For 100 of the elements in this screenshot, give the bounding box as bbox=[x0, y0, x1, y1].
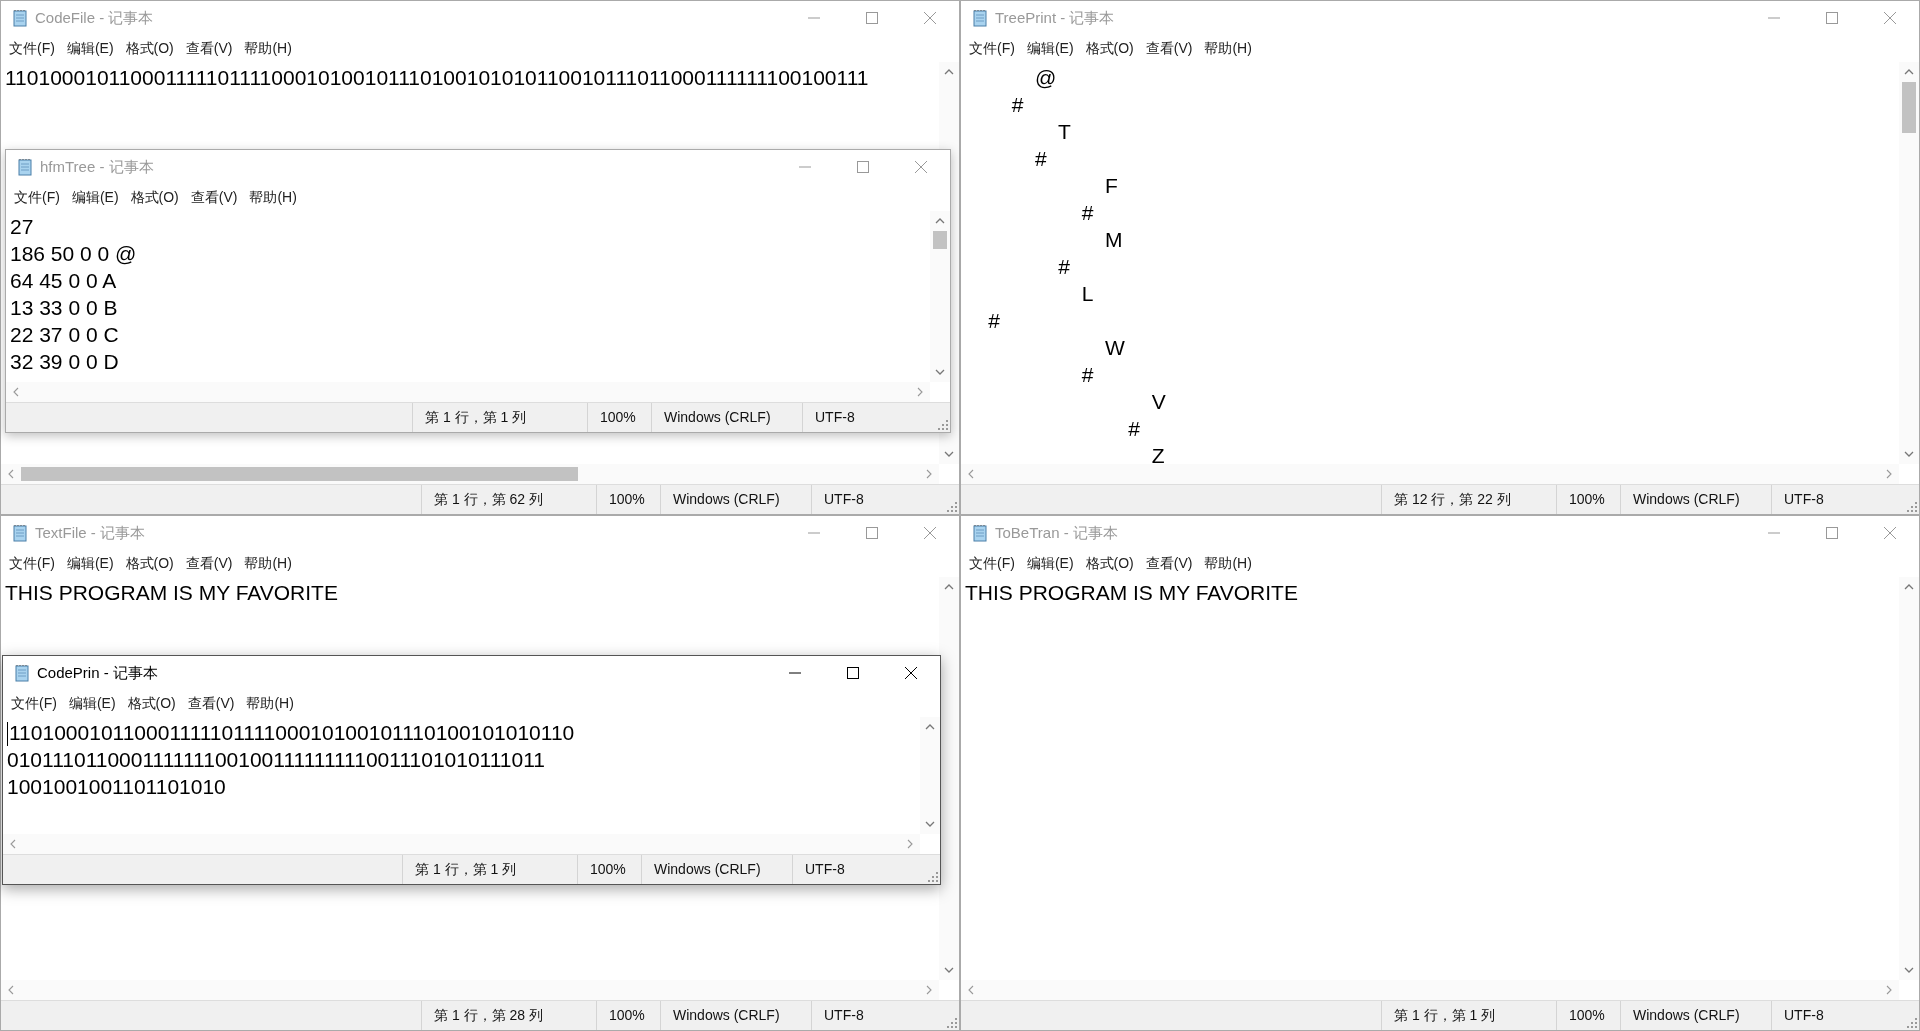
menu-item[interactable]: 文件(F) bbox=[11, 692, 57, 715]
window-title: hfmTree - 记事本 bbox=[40, 156, 154, 177]
window-title: TreePrint - 记事本 bbox=[995, 7, 1115, 28]
menu-item[interactable]: 查看(V) bbox=[1145, 552, 1193, 575]
resize-grip-icon[interactable] bbox=[938, 420, 948, 430]
encoding: UTF-8 bbox=[824, 490, 864, 509]
text-line: 11010001011000111110111100010100101110100101010110010111011000111111100100111 bbox=[5, 65, 869, 91]
scroll-thumb[interactable] bbox=[1902, 82, 1916, 133]
resize-grip-icon[interactable] bbox=[947, 1018, 957, 1028]
notepad-icon bbox=[971, 524, 989, 542]
encoding: UTF-8 bbox=[1784, 1006, 1824, 1025]
text-line: 32 39 0 0 D bbox=[10, 349, 119, 375]
text-line: # bbox=[1127, 416, 1141, 442]
line-ending: Windows (CRLF) bbox=[673, 1006, 780, 1025]
zoom-level: 100% bbox=[590, 860, 626, 879]
text-line: 1001001001101101010 bbox=[7, 774, 226, 801]
window-title: TextFile - 记事本 bbox=[35, 522, 145, 543]
menu-item[interactable]: 格式(O) bbox=[130, 186, 179, 209]
text-line: 22 37 0 0 C bbox=[10, 322, 119, 348]
text-line: # bbox=[1080, 200, 1094, 226]
menu-item[interactable]: 查看(V) bbox=[185, 552, 233, 575]
notepad-icon bbox=[16, 158, 34, 176]
scroll-thumb[interactable] bbox=[21, 467, 578, 481]
text-line: F bbox=[1104, 173, 1118, 199]
zoom-level: 100% bbox=[609, 1006, 645, 1025]
encoding: UTF-8 bbox=[1784, 490, 1824, 509]
menu-item[interactable]: 格式(O) bbox=[125, 37, 174, 60]
menu-item[interactable]: 编辑(E) bbox=[66, 37, 114, 60]
cursor-position: 第 1 行，第 62 列 bbox=[434, 490, 543, 509]
notepad-icon bbox=[13, 664, 31, 682]
text-line: # bbox=[1010, 92, 1024, 118]
menu-item[interactable]: 编辑(E) bbox=[71, 186, 119, 209]
cursor-position: 第 1 行，第 1 列 bbox=[415, 860, 517, 879]
menu-item[interactable]: 帮助(H) bbox=[1204, 37, 1252, 60]
cursor-position: 第 1 行，第 1 列 bbox=[1394, 1006, 1496, 1025]
menu-item[interactable]: 格式(O) bbox=[127, 692, 176, 715]
zoom-level: 100% bbox=[1569, 1006, 1605, 1025]
line-ending: Windows (CRLF) bbox=[664, 408, 771, 427]
text-line: # bbox=[1057, 254, 1071, 280]
encoding: UTF-8 bbox=[824, 1006, 864, 1025]
cursor-position: 第 12 行，第 22 列 bbox=[1394, 490, 1511, 509]
window-title: CodePrin - 记事本 bbox=[37, 662, 158, 683]
menu-item[interactable]: 编辑(E) bbox=[66, 552, 114, 575]
resize-grip-icon[interactable] bbox=[928, 872, 938, 882]
menu-item[interactable]: 文件(F) bbox=[969, 37, 1015, 60]
menu-item[interactable]: 帮助(H) bbox=[1204, 552, 1252, 575]
menu-item[interactable]: 查看(V) bbox=[190, 186, 238, 209]
zoom-level: 100% bbox=[1569, 490, 1605, 509]
zoom-level: 100% bbox=[609, 490, 645, 509]
line-ending: Windows (CRLF) bbox=[654, 860, 761, 879]
scroll-thumb[interactable] bbox=[933, 231, 947, 250]
menu-item[interactable]: 编辑(E) bbox=[1026, 37, 1074, 60]
menu-item[interactable]: 文件(F) bbox=[9, 37, 55, 60]
zoom-level: 100% bbox=[600, 408, 636, 427]
encoding: UTF-8 bbox=[805, 860, 845, 879]
window-title: CodeFile - 记事本 bbox=[35, 7, 154, 28]
text-line: Z bbox=[1150, 443, 1165, 464]
text-line: THIS PROGRAM IS MY FAVORITE bbox=[5, 580, 338, 606]
menu-item[interactable]: 查看(V) bbox=[187, 692, 235, 715]
text-line: # bbox=[987, 308, 1001, 334]
resize-grip-icon[interactable] bbox=[947, 502, 957, 512]
notepad-icon bbox=[971, 9, 989, 27]
text-line: T bbox=[1056, 119, 1071, 145]
menu-item[interactable]: 格式(O) bbox=[1085, 37, 1134, 60]
resize-grip-icon[interactable] bbox=[1907, 502, 1917, 512]
menu-item[interactable]: 帮助(H) bbox=[246, 692, 294, 715]
text-line: # bbox=[1080, 362, 1094, 388]
menu-item[interactable]: 文件(F) bbox=[969, 552, 1015, 575]
text-line: 186 50 0 0 @ bbox=[10, 241, 137, 267]
menu-item[interactable]: 编辑(E) bbox=[68, 692, 116, 715]
line-ending: Windows (CRLF) bbox=[1633, 1006, 1740, 1025]
notepad-icon bbox=[11, 9, 29, 27]
menu-item[interactable]: 格式(O) bbox=[125, 552, 174, 575]
text-line: 27 bbox=[10, 214, 34, 240]
text-line: # bbox=[1034, 146, 1047, 172]
menu-item[interactable]: 帮助(H) bbox=[249, 186, 297, 209]
menu-item[interactable]: 格式(O) bbox=[1085, 552, 1134, 575]
text-line: V bbox=[1150, 389, 1166, 415]
text-line: 11010001011000111110111100010100101110100101010110 bbox=[7, 719, 575, 747]
text-line: L bbox=[1080, 281, 1094, 307]
text-line: 13 33 0 0 B bbox=[10, 295, 118, 321]
notepad-icon bbox=[11, 524, 29, 542]
encoding: UTF-8 bbox=[815, 408, 855, 427]
text-line: M bbox=[1104, 227, 1123, 253]
text-line: THIS PROGRAM IS MY FAVORITE bbox=[965, 580, 1298, 606]
menu-item[interactable]: 查看(V) bbox=[1145, 37, 1193, 60]
resize-grip-icon[interactable] bbox=[1907, 1018, 1917, 1028]
text-line: @ bbox=[1034, 65, 1057, 91]
menu-item[interactable]: 文件(F) bbox=[9, 552, 55, 575]
close-icon[interactable] bbox=[905, 667, 917, 679]
menu-item[interactable]: 编辑(E) bbox=[1026, 552, 1074, 575]
maximize-icon[interactable] bbox=[847, 667, 859, 679]
menu-item[interactable]: 查看(V) bbox=[185, 37, 233, 60]
menu-item[interactable]: 帮助(H) bbox=[244, 37, 292, 60]
menu-item[interactable]: 文件(F) bbox=[14, 186, 60, 209]
text-line: W bbox=[1104, 335, 1125, 361]
cursor-position: 第 1 行，第 28 列 bbox=[434, 1006, 543, 1025]
text-line: 0101110110001111111001001111111110011101010111011 bbox=[7, 747, 545, 774]
menu-item[interactable]: 帮助(H) bbox=[244, 552, 292, 575]
text-line: 64 45 0 0 A bbox=[10, 268, 117, 294]
